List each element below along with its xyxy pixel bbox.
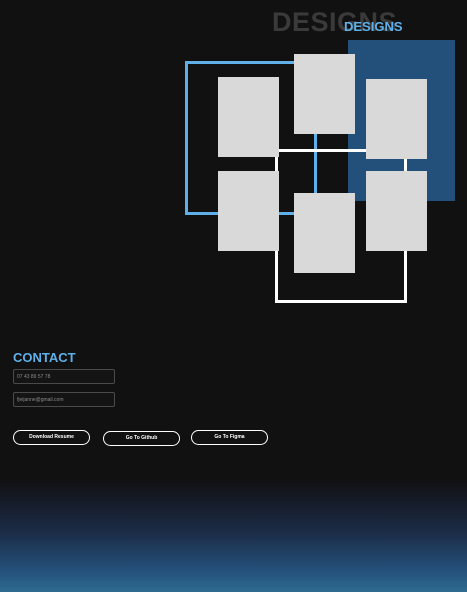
design-card[interactable] xyxy=(294,193,355,273)
figma-button[interactable]: Go To Figma xyxy=(191,430,268,445)
design-card[interactable] xyxy=(366,79,427,159)
design-card[interactable] xyxy=(218,77,279,157)
design-card[interactable] xyxy=(366,171,427,251)
contact-title: CONTACT xyxy=(13,350,76,365)
email-field[interactable]: fjeijanne@gmail.com xyxy=(13,392,115,407)
design-card[interactable] xyxy=(294,54,355,134)
download-resume-button[interactable]: Download Resume xyxy=(13,430,90,445)
design-card[interactable] xyxy=(218,171,279,251)
github-button[interactable]: Go To Github xyxy=(103,431,180,446)
phone-field[interactable]: 07 43 89 57 78 xyxy=(13,369,115,384)
designs-title: DESIGNS xyxy=(344,19,403,34)
